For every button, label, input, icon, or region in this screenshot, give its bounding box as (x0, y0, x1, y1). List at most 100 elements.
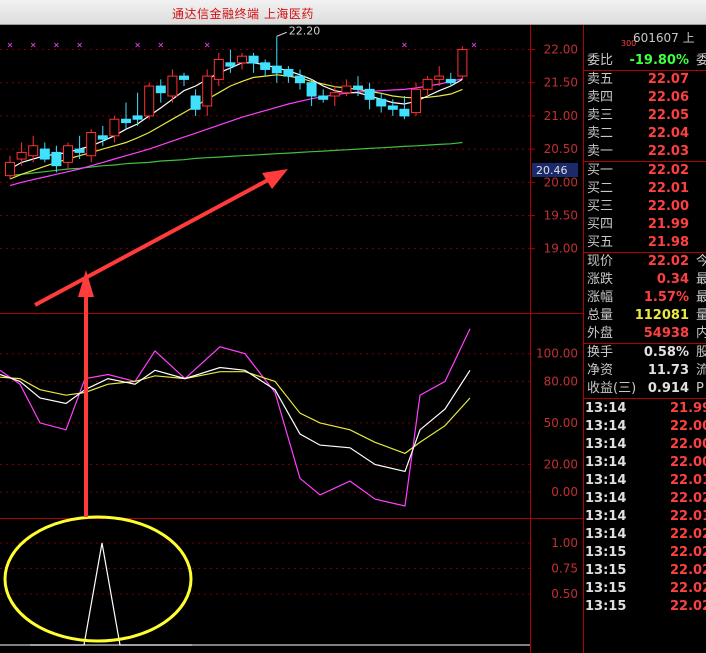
quote-row: 总量 112081 量 (584, 307, 706, 325)
quote-label: 卖二 (587, 126, 614, 141)
ma-value-label: 20.46 (536, 164, 568, 177)
quote-value: 0.34 (656, 272, 689, 287)
quote-label: 总量 (587, 308, 614, 323)
price-axis: 22.00 21.50 21.00 20.50 20.00 19.50 19.00 100.0… (532, 43, 578, 601)
moving-average-lines (9, 62, 463, 187)
quote-row: 买一 22.02 (584, 162, 706, 180)
quote-value: 0.914 (647, 381, 689, 396)
tick-time: 13:14 (585, 473, 627, 488)
tick-price: 22.00 (670, 437, 706, 452)
window-title: 通达信金融终端 上海医药 (172, 7, 314, 21)
candle-body (51, 151, 62, 167)
price-axis-label: 20.00 (544, 175, 578, 189)
tick-row: 13:15 22.02 (584, 562, 706, 580)
tick-row: 13:14 22.02 (584, 490, 706, 508)
quote-label: 净资 (587, 363, 614, 378)
price-axis-label: 20.50 (544, 142, 578, 156)
trend-arrow-head (262, 169, 288, 189)
signal-marker (7, 42, 13, 48)
quote-value: 22.07 (647, 72, 689, 87)
quote-label: 现价 (587, 254, 614, 269)
high-pointer (276, 31, 287, 37)
kdj-axis-label: 0.00 (551, 485, 578, 499)
candle-body (387, 105, 398, 110)
candle-body (353, 85, 363, 90)
candle-body (434, 75, 445, 80)
quote-tail: 委 (696, 52, 706, 70)
candle-body (202, 75, 213, 107)
quote-value: 112081 (634, 308, 689, 323)
tick-price: 22.01 (670, 473, 706, 488)
tick-price: 22.00 (670, 455, 706, 470)
kdj-axis-label: 50.00 (544, 416, 578, 430)
quote-label: 换手 (587, 345, 614, 360)
candle-body (376, 98, 387, 107)
signal-marker (158, 42, 164, 48)
tick-row: 13:15 22.02 (584, 544, 706, 562)
quote-row: 卖二 22.04 (584, 125, 706, 143)
candle-body (39, 148, 50, 160)
quote-label: 收益(三) (587, 381, 637, 396)
candle-body (445, 78, 456, 84)
tick-time: 13:15 (585, 581, 627, 596)
quote-value: 22.05 (647, 108, 689, 123)
tick-row: 13:15 22.02 (584, 598, 706, 616)
tick-time: 13:14 (585, 419, 627, 434)
kdj-axis-label: 80.00 (544, 374, 578, 388)
candle-body (411, 88, 421, 114)
stock-code: 601607 上 (633, 31, 695, 45)
quote-value: 22.01 (647, 181, 689, 196)
quote-row: 涨跌 0.34 最 (584, 271, 706, 289)
high-value-label: 22.20 (289, 25, 321, 37)
candle-body (271, 65, 282, 74)
trend-arrow-shaft (34, 178, 269, 307)
quote-tail: 今 (696, 253, 706, 271)
sub-axis-label: 1.00 (551, 536, 578, 550)
quote-separator (584, 398, 706, 399)
candle-body (422, 78, 433, 90)
tick-row: 13:14 22.00 (584, 454, 706, 472)
tick-price: 21.99 (670, 401, 706, 416)
candle-body (341, 85, 352, 94)
tick-time: 13:14 (585, 437, 627, 452)
quote-value: 54938 (643, 326, 689, 341)
quote-tail: 内 (696, 325, 706, 343)
quote-label: 卖一 (587, 144, 614, 159)
candle-body (132, 115, 143, 120)
kdj-axis-label: 20.00 (544, 457, 578, 471)
quote-row: 现价 22.02 今 (584, 253, 706, 271)
tick-time: 13:15 (585, 599, 627, 614)
tick-price: 22.02 (670, 545, 706, 560)
candle-body (260, 62, 271, 70)
signal-marker (204, 42, 210, 48)
quote-value: 22.02 (647, 254, 689, 269)
quote-label: 买四 (587, 217, 614, 232)
quote-value: -19.80% (629, 53, 689, 68)
ma60-line (9, 141, 463, 177)
quote-row: 卖一 22.03 (584, 143, 706, 161)
tick-row: 13:14 22.00 (584, 418, 706, 436)
candlesticks (5, 36, 477, 179)
sub-axis-label: 0.50 (551, 587, 578, 601)
quote-label: 涨幅 (587, 290, 614, 305)
tick-time: 13:14 (585, 527, 627, 542)
tick-time: 13:15 (585, 545, 627, 560)
candle-body (295, 75, 305, 84)
kline-chart[interactable]: 22.00 21.50 21.00 20.50 20.00 19.50 19.00 100.0… (0, 25, 583, 653)
tick-price: 22.02 (670, 491, 706, 506)
quote-label: 委比 (587, 53, 614, 68)
kdj-d-line (0, 371, 471, 455)
signal-marker (135, 42, 140, 48)
tick-row: 13:14 22.02 (584, 526, 706, 544)
price-axis-label: 19.50 (544, 208, 578, 222)
stock-code-header[interactable]: 300 601607 上 (584, 25, 706, 52)
candle-body (318, 95, 329, 100)
tick-row: 13:14 21.99 (584, 400, 706, 418)
tick-row: 13:15 22.02 (584, 580, 706, 598)
candle-body (179, 75, 189, 80)
signal-marker (402, 42, 407, 48)
quote-row: 买三 22.00 (584, 198, 706, 216)
candle-body (109, 118, 120, 137)
quote-row: 收益(三) 0.914 P (584, 380, 706, 398)
candle-body (329, 92, 340, 97)
